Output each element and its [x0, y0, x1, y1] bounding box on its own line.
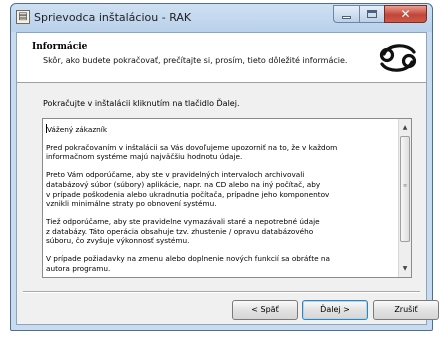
setup-wizard-window: ▤ Sprievodca inštaláciou - RAK ✕ Informá…	[10, 3, 439, 331]
close-button[interactable]: ✕	[384, 5, 427, 23]
info-greeting: Vážený zákazník	[46, 124, 386, 135]
info-paragraph: Pred pokračovaním v inštalácii sa Vás do…	[46, 142, 338, 162]
close-icon: ✕	[400, 7, 411, 21]
info-text-content: Vážený zákazník Pred pokračovaním v inšta…	[46, 124, 386, 277]
cancer-zodiac-icon	[379, 44, 417, 72]
info-paragraph: V prípade požiadavky na zmenu alebo dopl…	[46, 254, 331, 273]
page-title: Informácie	[32, 42, 88, 52]
wizard-page: Informácie Skôr, ako budete pokračovať, …	[16, 32, 439, 325]
vertical-scrollbar[interactable]: ▲ ≡ ▼	[398, 119, 411, 277]
installer-app-icon: ▤	[16, 10, 30, 24]
scroll-up-icon[interactable]: ▲	[399, 121, 411, 134]
instruction-text: Pokračujte v inštalácii kliknutím na tla…	[43, 99, 240, 108]
info-text-area[interactable]: Vážený zákazník Pred pokračovaním v inšta…	[42, 118, 412, 278]
next-button[interactable]: Ďalej >	[302, 300, 368, 320]
scroll-down-icon[interactable]: ▼	[399, 262, 411, 275]
wizard-header: Informácie Skôr, ako budete pokračovať, …	[17, 33, 426, 83]
maximize-button[interactable]	[359, 5, 384, 23]
maximize-icon	[367, 10, 377, 18]
title-bar[interactable]: ▤ Sprievodca inštaláciou - RAK ✕	[11, 4, 432, 32]
info-paragraph: Preto Vám odporúčame, aby ste v pravidel…	[46, 170, 330, 209]
grip-icon: ≡	[403, 183, 408, 189]
scrollbar-thumb[interactable]: ≡	[400, 136, 410, 242]
cancel-button[interactable]: Zrušiť	[373, 300, 439, 320]
page-subtitle: Skôr, ako budete pokračovať, prečítajte …	[43, 56, 348, 65]
minimize-icon	[342, 16, 351, 19]
caption-buttons: ✕	[333, 5, 427, 23]
window-title: Sprievodca inštaláciou - RAK	[34, 11, 192, 24]
back-button[interactable]: < Späť	[232, 300, 298, 320]
info-greeting-text: Vážený zákazník	[47, 125, 108, 134]
bottom-separator	[23, 291, 420, 293]
info-paragraph: Tiež odporúčame, aby ste pravidelne vyma…	[46, 216, 320, 246]
minimize-button[interactable]	[333, 5, 359, 23]
